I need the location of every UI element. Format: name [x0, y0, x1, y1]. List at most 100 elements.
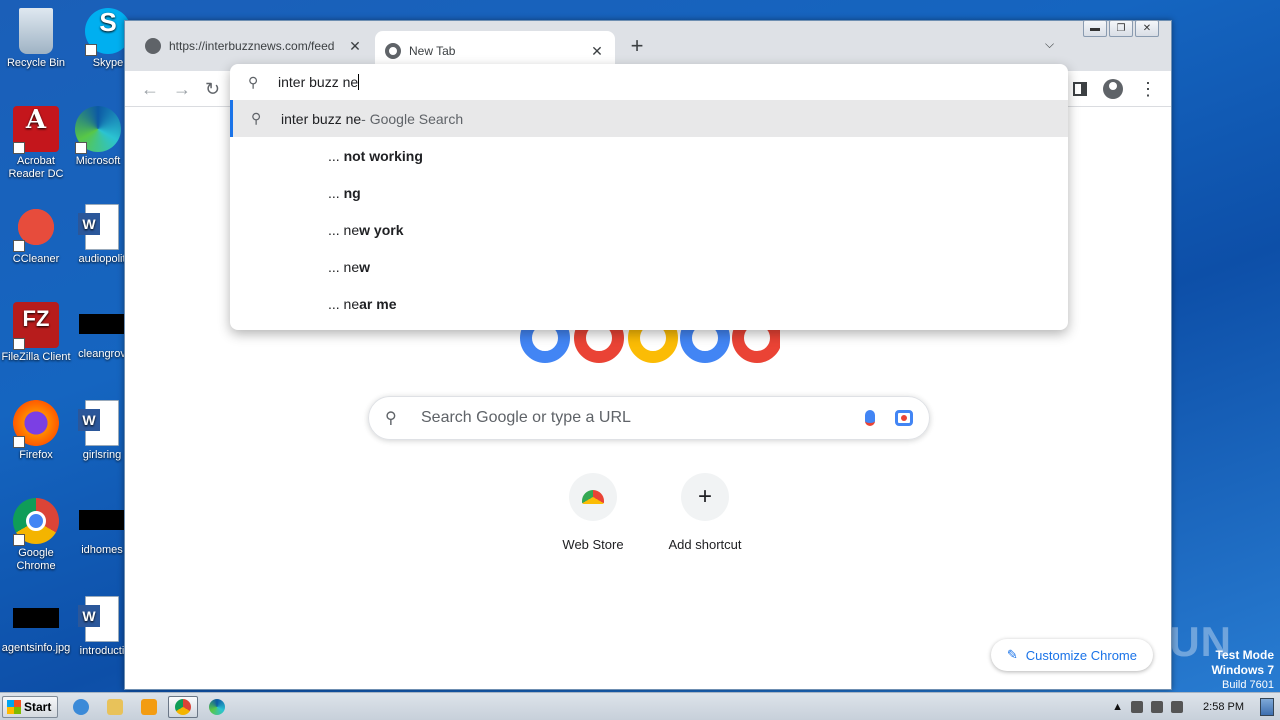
show-desktop-button[interactable]	[1260, 697, 1274, 716]
suggestion-item[interactable]: ... ne w york	[230, 211, 1068, 248]
desktop-icon-label: Firefox	[19, 449, 53, 461]
chrome-icon	[13, 498, 59, 546]
suggestion-item[interactable]: ... ne w	[230, 248, 1068, 285]
taskbar-edge[interactable]	[202, 696, 232, 718]
word-doc-icon	[78, 400, 119, 446]
desktop-icon-firefox[interactable]: Firefox	[0, 400, 72, 462]
clock[interactable]: 2:58 PM	[1203, 701, 1244, 713]
desktop-icon-recycle-bin[interactable]: Recycle Bin	[0, 8, 72, 70]
customize-label: Customize Chrome	[1025, 647, 1137, 663]
globe-icon	[145, 38, 161, 54]
tray-expand-icon[interactable]: ▲	[1112, 701, 1123, 713]
customize-chrome-button[interactable]: ✎ Customize Chrome	[990, 639, 1153, 671]
acrobat-icon	[13, 106, 59, 154]
desktop-icon-label: Skype	[92, 57, 124, 69]
chrome-window: https://interbuzznews.com/feed ✕ New Tab…	[124, 20, 1172, 690]
suggestion-prefix: ... ne	[328, 258, 360, 275]
desktop-icon-filezilla[interactable]: FileZilla Client	[0, 302, 72, 364]
tab-title: New Tab	[409, 44, 456, 58]
shortcut-arrow-icon	[13, 338, 25, 350]
desktop-icon-chrome[interactable]: Google Chrome	[0, 498, 72, 573]
search-placeholder: Search Google or type a URL	[421, 409, 631, 426]
window-controls: ▬ ❐ ✕	[1083, 20, 1159, 37]
start-button[interactable]: Start	[2, 695, 58, 718]
taskbar-ie[interactable]	[66, 696, 96, 718]
filezilla-icon	[13, 302, 59, 350]
chrome-icon	[175, 698, 191, 715]
volume-icon[interactable]	[1131, 700, 1144, 713]
side-panel-icon[interactable]	[1073, 82, 1087, 96]
suggestion-completion: w	[359, 258, 371, 275]
chrome-favicon-icon	[385, 43, 401, 59]
minimize-button[interactable]: ▬	[1083, 20, 1107, 37]
taskbar-media-player[interactable]	[134, 696, 164, 718]
desktop-icon-label: idhomes	[81, 544, 123, 556]
toolbar-actions: ⋮	[1073, 79, 1157, 99]
ccleaner-icon	[13, 204, 59, 252]
tab-close-button[interactable]: ✕	[347, 38, 363, 55]
media-player-icon	[141, 698, 157, 715]
shortcut-arrow-icon	[75, 142, 87, 154]
shortcut-arrow-icon	[13, 142, 25, 154]
suggestion-completion: ng	[343, 184, 361, 201]
shortcut-add[interactable]: + Add shortcut	[649, 473, 761, 552]
address-input-value[interactable]: inter buzz ne	[278, 74, 360, 90]
desktop-icon-agentsinfo[interactable]: agentsinfo.jpg	[0, 596, 72, 655]
shortcut-label: Web Store	[562, 537, 624, 552]
suggestion-item[interactable]: ... not working	[230, 137, 1068, 174]
network-icon[interactable]	[1151, 700, 1164, 713]
search-icon: ⚲	[248, 73, 259, 90]
tab-search-chevron-icon[interactable]: ⌵	[1045, 37, 1054, 52]
ntp-search-box[interactable]: ⚲ Search Google or type a URL	[368, 396, 930, 440]
internet-explorer-icon	[73, 698, 89, 715]
back-arrow-icon[interactable]: ←	[141, 79, 159, 99]
test-mode-line1: Test Mode	[1215, 648, 1274, 662]
suggestion-completion: ar me	[359, 295, 397, 312]
desktop-icon-ccleaner[interactable]: CCleaner	[0, 204, 72, 266]
action-center-flag-icon[interactable]	[1171, 700, 1184, 713]
shortcut-label: Add shortcut	[668, 537, 742, 552]
suggestion-item[interactable]: ... ne ar me	[230, 285, 1068, 322]
tab-close-button[interactable]: ✕	[589, 43, 605, 60]
desktop-icon-label: Acrobat Reader DC	[8, 155, 64, 180]
taskbar-explorer[interactable]	[100, 696, 130, 718]
pencil-icon: ✎	[1006, 647, 1018, 662]
suggestion-query: inter buzz ne	[281, 110, 362, 127]
shortcut-arrow-icon	[13, 534, 25, 546]
desktop-icon-label: agentsinfo.jpg	[1, 642, 71, 654]
reload-icon[interactable]: ↻	[205, 79, 220, 99]
restore-button[interactable]: ❐	[1109, 20, 1133, 37]
profile-icon[interactable]	[1103, 79, 1123, 99]
search-icon: ⚲	[251, 110, 262, 126]
word-doc-icon	[78, 204, 119, 250]
build-number: Build 7601	[1222, 679, 1274, 691]
microphone-icon[interactable]	[865, 410, 875, 426]
tab-title: https://interbuzznews.com/feed	[169, 39, 335, 53]
suggestion-item[interactable]: ... ng	[230, 174, 1068, 211]
web-store-icon	[569, 473, 617, 521]
kebab-menu-icon[interactable]: ⋮	[1139, 80, 1157, 98]
shortcut-arrow-icon	[13, 436, 25, 448]
desktop-icon-label: Google Chrome	[16, 547, 56, 572]
suggestion-prefix: ...	[328, 184, 344, 201]
google-lens-icon[interactable]	[895, 410, 913, 426]
desktop-icon-label: FileZilla Client	[1, 351, 71, 363]
word-doc-icon	[78, 596, 119, 642]
suggestion-completion: w york	[359, 221, 404, 238]
close-window-button[interactable]: ✕	[1135, 20, 1159, 37]
suggestion-google-search[interactable]: ⚲ inter buzz ne - Google Search	[230, 100, 1068, 137]
address-bar[interactable]: ⚲ inter buzz ne	[230, 64, 1068, 100]
windows-flag-icon	[7, 699, 21, 714]
black-image-icon	[79, 510, 125, 530]
new-tab-button[interactable]: +	[625, 35, 649, 57]
forward-arrow-icon[interactable]: →	[173, 79, 191, 99]
taskbar-chrome[interactable]	[168, 695, 198, 718]
search-icon: ⚲	[385, 410, 397, 427]
start-label: Start	[24, 699, 52, 714]
shortcut-arrow-icon	[85, 44, 97, 56]
tab-interbuzznews[interactable]: https://interbuzznews.com/feed ✕	[135, 31, 373, 61]
shortcut-web-store[interactable]: Web Store	[537, 473, 649, 552]
desktop-icon-label: girlsring	[82, 449, 122, 461]
desktop-icon-label: Microsoft	[75, 155, 121, 167]
suggestion-suffix: - Google Search	[361, 110, 464, 127]
